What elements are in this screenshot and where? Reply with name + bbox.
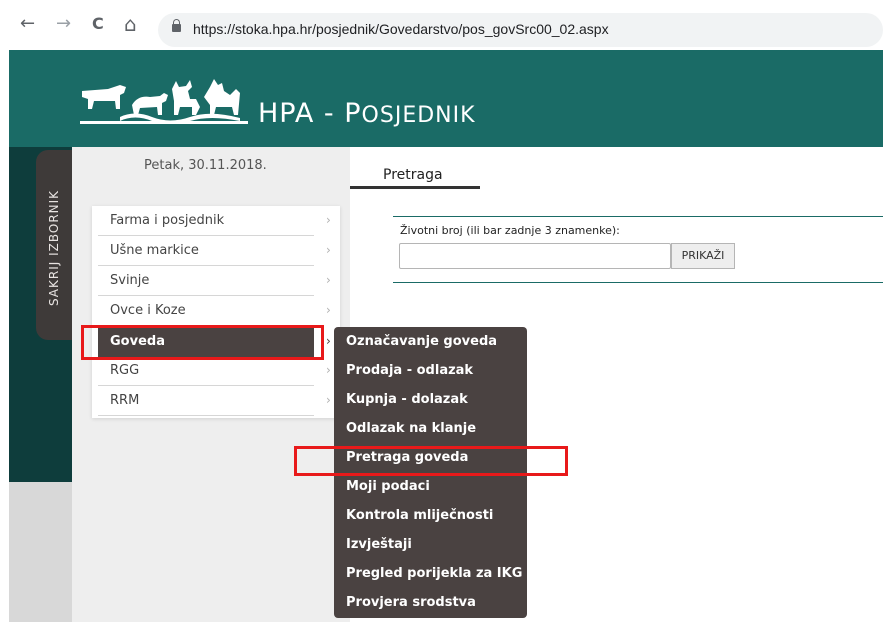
menu-item-svinje[interactable]: Svinje: [98, 266, 314, 296]
submenu-item-klanje[interactable]: Odlazak na klanje: [346, 421, 524, 437]
submenu-item-kontrola[interactable]: Kontrola mliječnosti: [346, 508, 524, 524]
chevron-right-icon: ›: [326, 363, 331, 377]
tab-pretraga[interactable]: Pretraga: [383, 167, 443, 183]
submenu-item-kupnja[interactable]: Kupnja - dolazak: [346, 392, 524, 408]
left-strip-footer: [9, 482, 72, 622]
prikazi-button[interactable]: PRIKAŽI: [671, 243, 735, 269]
chevron-right-icon: ›: [326, 213, 331, 227]
submenu-item-oznacavanje[interactable]: Označavanje goveda: [346, 334, 524, 350]
menu-item-rrm[interactable]: RRM: [98, 386, 314, 416]
chevron-right-icon: ›: [326, 393, 331, 407]
submenu-item-prodaja[interactable]: Prodaja - odlazak: [346, 363, 524, 379]
highlight-pretraga-goveda: [294, 446, 568, 476]
form-divider-bottom: [393, 282, 883, 283]
form-divider-top: [393, 216, 883, 217]
menu-item-usne-markice[interactable]: Ušne markice: [98, 236, 314, 266]
chevron-right-icon: ›: [326, 334, 331, 348]
chevron-right-icon: ›: [326, 243, 331, 257]
browser-toolbar: ← → C ⌂ https://stoka.hpa.hr/posjednik/G…: [0, 0, 883, 50]
livestock-logo: [80, 79, 248, 124]
submenu-item-moji-podaci[interactable]: Moji podaci: [346, 479, 524, 495]
chevron-right-icon: ›: [326, 303, 331, 317]
menu-item-farma[interactable]: Farma i posjednik: [98, 206, 314, 236]
lock-icon: [172, 19, 181, 32]
submenu-item-srodstvo[interactable]: Provjera srodstva: [346, 595, 524, 611]
zivotni-broj-input[interactable]: [399, 243, 671, 269]
reload-icon[interactable]: C: [92, 14, 104, 34]
highlight-goveda: [81, 325, 324, 360]
submenu-item-porijeklo[interactable]: Pregled porijekla za IKG: [346, 566, 524, 582]
submenu-item-izvjestaji[interactable]: Izvještaji: [346, 537, 524, 553]
current-date: Petak, 30.11.2018.: [144, 158, 267, 173]
home-icon[interactable]: ⌂: [124, 14, 137, 34]
menu-item-ovce-koze[interactable]: Ovce i Koze: [98, 296, 314, 326]
back-icon[interactable]: ←: [20, 14, 35, 34]
tab-underline: [350, 186, 480, 189]
hide-menu-label[interactable]: SAKRIJ IZBORNIK: [47, 190, 61, 306]
chevron-right-icon: ›: [326, 273, 331, 287]
menu-item-rgg[interactable]: RGG: [98, 356, 314, 386]
zivotni-broj-label: Životni broj (ili bar zadnje 3 znamenke)…: [400, 224, 620, 237]
app-title: HPA - POSJEDNIK: [258, 98, 476, 129]
forward-icon[interactable]: →: [56, 14, 71, 34]
url-text[interactable]: https://stoka.hpa.hr/posjednik/Govedarst…: [193, 21, 609, 37]
